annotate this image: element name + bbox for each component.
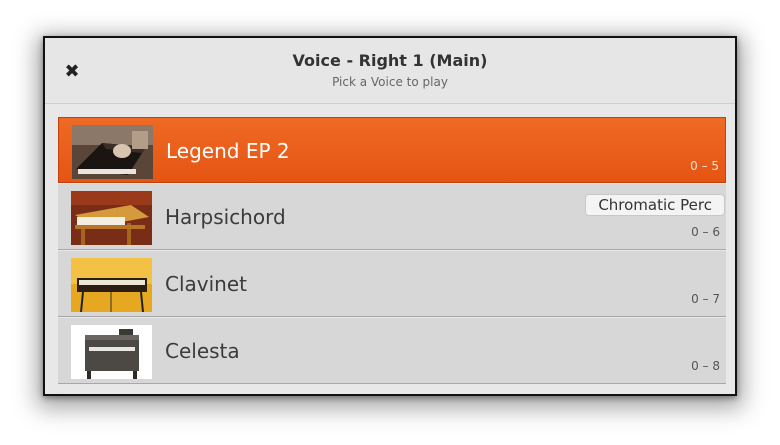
voice-number: 0 – 7: [691, 292, 720, 306]
voice-list[interactable]: Legend EP 2 0 – 5 Harpsichord 0 – 6 Clav…: [58, 117, 726, 394]
dialog-header: ✖ Voice - Right 1 (Main) Pick a Voice to…: [45, 38, 735, 104]
voice-name: Clavinet: [165, 272, 247, 296]
dialog-subtitle: Pick a Voice to play: [332, 75, 448, 89]
celesta-image: [71, 325, 152, 379]
voice-picker-dialog: ✖ Voice - Right 1 (Main) Pick a Voice to…: [43, 36, 737, 396]
voice-number: 0 – 6: [691, 225, 720, 239]
voice-row-legend-ep-2[interactable]: Legend EP 2 0 – 5: [58, 117, 726, 183]
category-tag: Chromatic Perc: [585, 194, 725, 216]
voice-number: 0 – 8: [691, 359, 720, 373]
voice-row-clavinet[interactable]: Clavinet 0 – 7: [58, 251, 726, 317]
clavinet-image: [71, 258, 152, 312]
electric-piano-image: [72, 125, 153, 179]
voice-name: Harpsichord: [165, 205, 286, 229]
dialog-title: Voice - Right 1 (Main): [292, 51, 488, 70]
voice-number: 0 – 5: [690, 159, 719, 173]
voice-row-celesta[interactable]: Celesta 0 – 8: [58, 318, 726, 384]
harpsichord-image: [71, 191, 152, 245]
voice-name: Celesta: [165, 339, 240, 363]
voice-name: Legend EP 2: [166, 139, 290, 163]
